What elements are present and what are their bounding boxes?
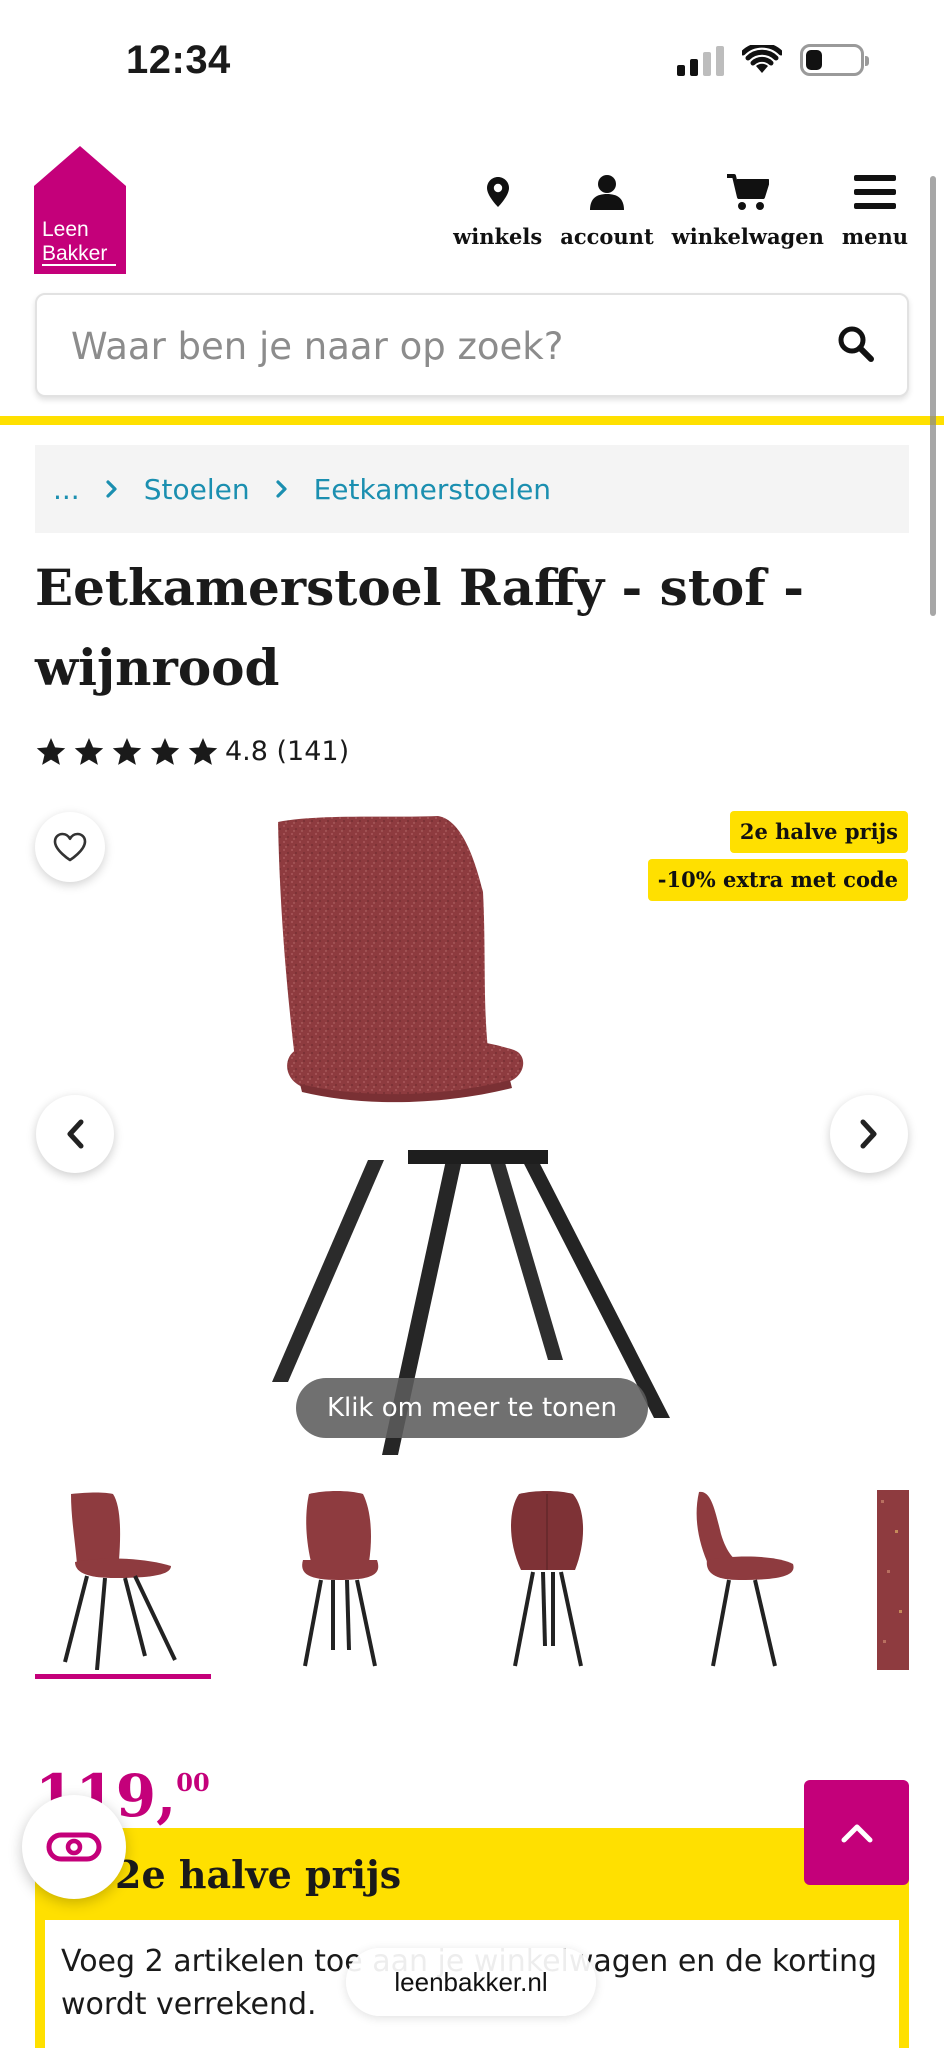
search-bar xyxy=(35,293,909,397)
battery-icon xyxy=(800,44,869,76)
search-input[interactable] xyxy=(71,321,831,371)
rating-stars xyxy=(35,737,219,767)
heart-icon xyxy=(53,832,87,862)
star-icon xyxy=(74,737,104,765)
chat-button[interactable] xyxy=(22,1795,126,1899)
price-cents: 00 xyxy=(176,1768,210,1797)
nav-menu-label: menu xyxy=(841,224,908,249)
chevron-right-icon xyxy=(275,480,288,498)
nav-winkelwagen-label: winkelwagen xyxy=(671,224,824,249)
header-nav: winkels account winkelwagen menu xyxy=(453,170,908,249)
thumbnail-selected-indicator xyxy=(35,1674,211,1679)
user-icon xyxy=(589,170,625,214)
thumbnail-strip xyxy=(35,1490,909,1680)
page: 12:34 Leen Bakker winkels account winkel… xyxy=(0,0,944,2048)
gallery-next-button[interactable] xyxy=(830,1095,908,1173)
nav-winkels-label: winkels xyxy=(453,224,543,249)
nav-winkels[interactable]: winkels xyxy=(453,170,542,249)
breadcrumb-stoelen[interactable]: Stoelen xyxy=(144,473,250,506)
scrollbar[interactable] xyxy=(930,176,936,616)
nav-account[interactable]: account xyxy=(560,170,654,249)
thumbnail-5[interactable] xyxy=(877,1490,909,1670)
rating-text: 4.8 (141) xyxy=(225,736,350,767)
nav-account-label: account xyxy=(560,224,654,249)
product-main-image[interactable] xyxy=(258,800,688,1460)
thumbnail-3[interactable] xyxy=(461,1490,637,1670)
star-icon xyxy=(188,737,218,765)
thumbnail-4[interactable] xyxy=(669,1490,845,1670)
thumbnail-2[interactable] xyxy=(253,1490,429,1670)
star-icon xyxy=(36,737,66,765)
breadcrumb-eetkamerstoelen[interactable]: Eetkamerstoelen xyxy=(314,473,551,506)
logo-line1: Leen xyxy=(42,218,89,241)
thumbnail-1[interactable] xyxy=(35,1490,211,1670)
product-rating[interactable]: 4.8 (141) xyxy=(35,736,349,767)
status-time: 12:34 xyxy=(126,38,231,82)
breadcrumb: ... Stoelen Eetkamerstoelen xyxy=(35,445,909,533)
search-icon[interactable] xyxy=(837,325,875,363)
nav-menu[interactable]: menu xyxy=(842,170,908,249)
status-bar: 12:34 xyxy=(0,0,944,130)
promo-title: 2e halve prijs xyxy=(115,1852,402,1897)
promo-badge-half-price: 2e halve prijs xyxy=(729,811,908,853)
show-more-button[interactable]: Klik om meer te tonen xyxy=(296,1378,648,1438)
wifi-icon xyxy=(742,45,782,73)
star-icon xyxy=(112,737,142,765)
breadcrumb-ellipsis[interactable]: ... xyxy=(53,473,80,506)
header-divider xyxy=(0,416,944,425)
wishlist-button[interactable] xyxy=(35,812,105,882)
logo-text: Leen Bakker xyxy=(42,218,107,266)
chevron-up-icon xyxy=(841,1824,872,1842)
product-title: Eetkamerstoel Raffy - stof - wijnrood xyxy=(35,558,804,697)
location-pin-icon xyxy=(486,170,509,214)
status-icons xyxy=(677,44,869,76)
chevron-right-icon xyxy=(860,1119,877,1149)
chevron-left-icon xyxy=(67,1119,84,1149)
browser-url-bar[interactable]: leenbakker.nl xyxy=(346,1948,596,2016)
chevron-right-icon xyxy=(106,480,118,498)
chat-icon xyxy=(46,1832,102,1862)
cellular-signal-icon xyxy=(677,44,724,76)
gallery-prev-button[interactable] xyxy=(36,1095,114,1173)
nav-winkelwagen[interactable]: winkelwagen xyxy=(672,170,824,249)
logo-line2: Bakker xyxy=(42,242,108,265)
back-to-top-button[interactable] xyxy=(804,1780,909,1885)
logo-underline xyxy=(42,264,116,266)
cart-icon xyxy=(726,170,769,214)
star-icon xyxy=(150,737,180,765)
hamburger-menu-icon xyxy=(853,170,896,214)
